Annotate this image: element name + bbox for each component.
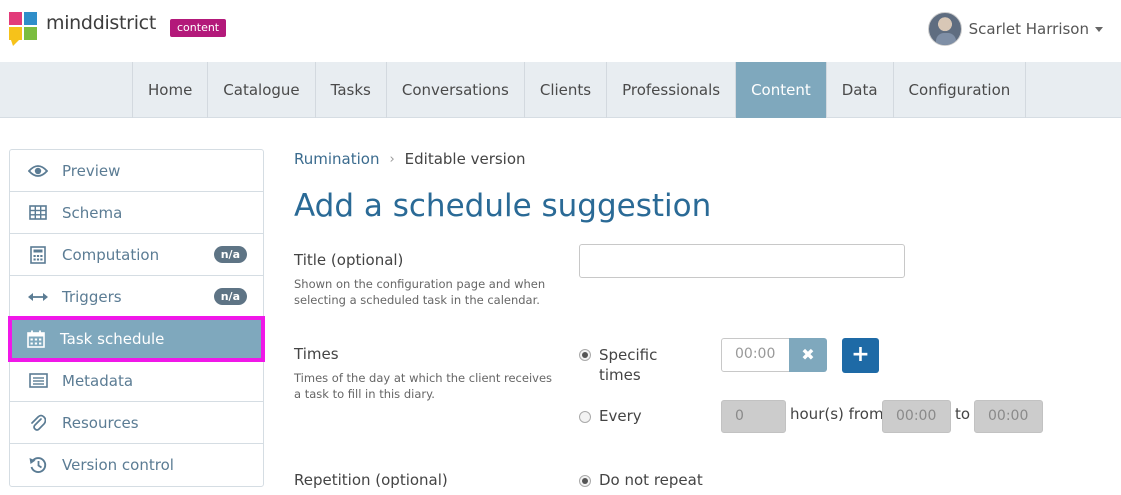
do-not-repeat-label: Do not repeat	[599, 471, 703, 489]
sidebar-item-label: Task schedule	[60, 329, 165, 348]
sidebar-item-label: Computation	[62, 245, 160, 264]
every-radio[interactable]: Every	[579, 407, 642, 425]
na-badge: n/a	[213, 246, 247, 263]
avatar[interactable]	[927, 12, 962, 46]
main-nav: Home Catalogue Tasks Conversations Clien…	[0, 62, 1121, 118]
minddistrict-logo-icon[interactable]	[9, 12, 39, 46]
nav-item-clients[interactable]: Clients	[525, 62, 608, 118]
radio-dot-selected[interactable]	[579, 475, 591, 487]
logo-text[interactable]: minddistrict	[46, 12, 156, 34]
sidebar-item-label: Preview	[62, 161, 121, 180]
user-name[interactable]: Scarlet Harrison	[969, 20, 1089, 38]
breadcrumb-separator: ›	[389, 151, 395, 167]
specific-times-label: Specific times	[599, 346, 658, 384]
sidebar-item-schema[interactable]: Schema	[10, 192, 263, 234]
specific-time-input[interactable]: 00:00	[721, 338, 790, 372]
arrows-horizontal-icon	[27, 288, 49, 306]
radio-dot[interactable]	[579, 411, 591, 423]
calculator-icon	[27, 245, 49, 264]
every-hours-input[interactable]: 0	[721, 400, 786, 433]
table-icon	[27, 204, 49, 222]
chevron-down-icon[interactable]	[1095, 26, 1103, 32]
specific-times-radio[interactable]: Specific times	[579, 345, 699, 385]
sidebar-item-label: Metadata	[62, 371, 134, 390]
paperclip-icon	[27, 414, 49, 432]
calendar-icon	[25, 330, 47, 348]
nav-item-data[interactable]: Data	[827, 62, 894, 118]
hours-from-text: hour(s) from	[790, 405, 884, 423]
sidebar-item-resources[interactable]: Resources	[10, 402, 263, 444]
times-help: Times of the day at which the client rec…	[294, 371, 553, 401]
times-label: Times	[294, 345, 339, 363]
sidebar-item-label: Schema	[62, 203, 123, 222]
title-input[interactable]	[579, 244, 905, 278]
nav-item-conversations[interactable]: Conversations	[387, 62, 525, 118]
sidebar: Preview Schema Computation n/a Triggers …	[8, 149, 265, 487]
sidebar-item-version-control[interactable]: Version control	[10, 444, 263, 486]
do-not-repeat-radio[interactable]: Do not repeat	[579, 471, 703, 489]
nav-item-tasks[interactable]: Tasks	[316, 62, 387, 118]
from-time-input[interactable]: 00:00	[882, 400, 951, 433]
sidebar-item-preview[interactable]: Preview	[10, 150, 263, 192]
repetition-label: Repetition (optional)	[294, 471, 448, 489]
every-label: Every	[599, 407, 642, 425]
to-time-input[interactable]: 00:00	[974, 400, 1043, 433]
breadcrumb-current: Editable version	[404, 150, 526, 168]
sidebar-item-label: Resources	[62, 413, 139, 432]
sidebar-item-triggers[interactable]: Triggers n/a	[10, 276, 263, 318]
add-time-button[interactable]: +	[842, 338, 879, 373]
breadcrumb: Rumination › Editable version	[294, 150, 526, 168]
page-title: Add a schedule suggestion	[294, 188, 712, 224]
sidebar-item-label: Version control	[62, 456, 174, 474]
sidebar-item-metadata[interactable]: Metadata	[10, 360, 263, 402]
nav-item-configuration[interactable]: Configuration	[894, 62, 1027, 118]
history-icon	[27, 456, 49, 474]
sidebar-item-computation[interactable]: Computation n/a	[10, 234, 263, 276]
na-badge: n/a	[213, 288, 247, 305]
eye-icon	[27, 162, 49, 180]
title-field-label: Title (optional)	[294, 251, 404, 269]
app-header: minddistrict content Scarlet Harrison	[0, 0, 1121, 62]
to-text: to	[955, 405, 971, 423]
content-badge: content	[170, 19, 227, 37]
title-field-help: Shown on the configuration page and when…	[294, 277, 546, 307]
list-icon	[27, 372, 49, 390]
nav-item-catalogue[interactable]: Catalogue	[208, 62, 316, 118]
breadcrumb-link-rumination[interactable]: Rumination	[294, 150, 379, 168]
radio-dot-selected[interactable]	[579, 349, 591, 361]
clear-time-button[interactable]: ✖	[789, 338, 827, 372]
sidebar-item-task-schedule[interactable]: Task schedule	[8, 316, 265, 362]
nav-item-content[interactable]: Content	[736, 62, 827, 118]
nav-list: Home Catalogue Tasks Conversations Clien…	[132, 62, 1027, 118]
user-menu[interactable]: Scarlet Harrison	[927, 12, 1103, 46]
sidebar-item-label: Triggers	[62, 287, 122, 306]
nav-item-home[interactable]: Home	[133, 62, 209, 118]
nav-item-professionals[interactable]: Professionals	[607, 62, 737, 118]
